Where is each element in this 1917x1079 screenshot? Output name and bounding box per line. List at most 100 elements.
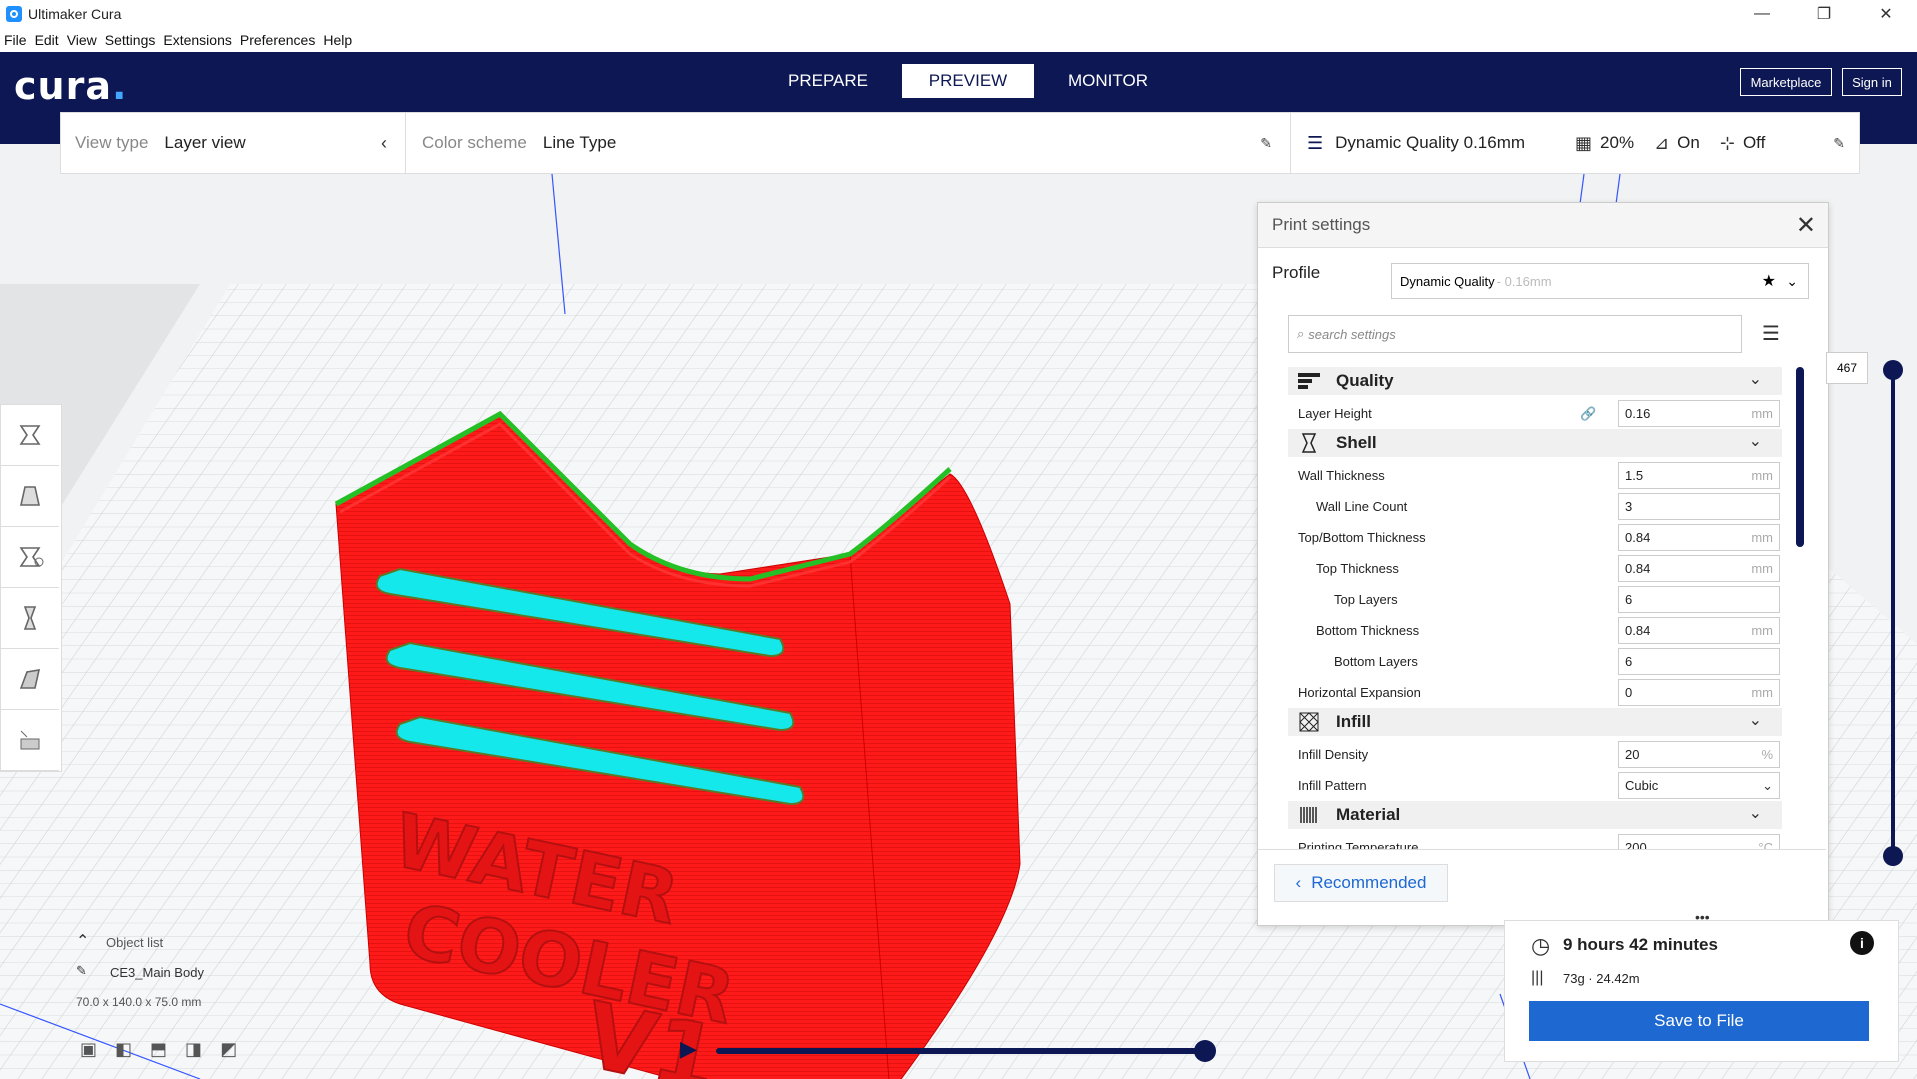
chevron-down-icon: ⌄	[1748, 712, 1762, 729]
scroll-thumb[interactable]	[1796, 367, 1804, 547]
3d-view-icon[interactable]: ▣	[80, 1039, 97, 1060]
category-shell[interactable]: Shell ⌄	[1288, 429, 1782, 457]
bottom-layers-input[interactable]: 6	[1618, 648, 1780, 675]
support-blocker-icon[interactable]	[1, 710, 59, 771]
print-setup-summary[interactable]: ☰ Dynamic Quality 0.16mm ▦ 20% ⊿ On ⊹ Of…	[1290, 112, 1860, 174]
field-unit: mm	[1751, 623, 1773, 638]
recommended-button[interactable]: ‹ Recommended	[1274, 864, 1448, 902]
horizontal-expansion-input[interactable]: 0 mm	[1618, 679, 1780, 706]
category-infill[interactable]: Infill ⌄	[1288, 708, 1782, 736]
category-material[interactable]: Material ⌄	[1288, 801, 1782, 829]
search-placeholder: search settings	[1308, 326, 1396, 342]
print-time: 9 hours 42 minutes	[1563, 935, 1718, 954]
setting-printing-temperature: Printing Temperature 200 °C	[1288, 832, 1782, 849]
setting-wall-line-count: Wall Line Count 3	[1288, 491, 1782, 522]
color-scheme-value[interactable]: Line Type	[543, 133, 616, 153]
link-icon[interactable]: 🔗	[1580, 406, 1596, 422]
layer-slider-track	[1891, 364, 1895, 858]
infill-pattern-select[interactable]: Cubic ⌄	[1618, 772, 1780, 799]
infill-density-input[interactable]: 20%	[1618, 741, 1780, 768]
search-settings-input[interactable]: ⌕ search settings	[1288, 315, 1742, 353]
top-thickness-input[interactable]: 0.84 mm	[1618, 555, 1780, 582]
printing-temperature-input[interactable]: 200 °C	[1618, 834, 1780, 849]
field-unit: °C	[1758, 840, 1773, 849]
quality-icon	[1298, 370, 1320, 392]
layer-slider-bottom-handle[interactable]	[1883, 846, 1903, 866]
settings-scrollbar[interactable]	[1794, 367, 1804, 849]
stage-tabs: PREPARE PREVIEW MONITOR	[762, 64, 1182, 98]
menu-settings[interactable]: Settings	[105, 32, 156, 48]
print-estimate-panel: ••• ◷ 9 hours 42 minutes i ||| 73g · 24.…	[1504, 909, 1899, 1062]
setting-wall-thickness: Wall Thickness 1.5 mm	[1288, 460, 1782, 491]
marketplace-button[interactable]: Marketplace	[1740, 68, 1832, 96]
wall-thickness-input[interactable]: 1.5 mm	[1618, 462, 1780, 489]
close-window-button[interactable]: ✕	[1855, 0, 1917, 28]
layer-slider-top-handle[interactable]	[1883, 360, 1903, 380]
field-value: 0	[1625, 685, 1633, 700]
window-title: Ultimaker Cura	[28, 6, 122, 22]
simulation-timeline[interactable]	[716, 1048, 1206, 1054]
spool-icon: |||	[1531, 969, 1544, 986]
settings-menu-icon[interactable]: ☰	[1762, 321, 1780, 346]
view-type-value[interactable]: Layer view	[164, 133, 245, 153]
quality-layers-icon: ☰	[1307, 132, 1324, 153]
field-value: 0.84	[1625, 623, 1651, 638]
left-view-icon[interactable]: ◨	[185, 1039, 202, 1060]
menu-file[interactable]: File	[4, 32, 27, 48]
top-layers-input[interactable]: 6	[1618, 586, 1780, 613]
category-quality[interactable]: Quality ⌄	[1288, 367, 1782, 395]
clock-icon: ◷	[1531, 933, 1551, 958]
menu-extensions[interactable]: Extensions	[163, 32, 231, 48]
mirror-tool-icon[interactable]	[1, 588, 59, 649]
close-icon[interactable]: ✕	[1796, 211, 1816, 240]
timeline-handle[interactable]	[1194, 1040, 1216, 1062]
menu-preferences[interactable]: Preferences	[240, 32, 315, 48]
field-unit: %	[1761, 747, 1773, 762]
per-model-settings-icon[interactable]	[1, 649, 59, 710]
infill-grid-icon	[1298, 711, 1320, 733]
setting-label: Wall Thickness	[1298, 468, 1385, 483]
model-preview[interactable]: WATER COOLER V1	[330, 264, 1050, 1079]
profile-dropdown[interactable]: Dynamic Quality - 0.16mm ★ ⌄	[1391, 263, 1809, 299]
tab-preview[interactable]: PREVIEW	[902, 64, 1034, 98]
color-scheme-panel[interactable]: Color scheme Line Type ✎	[405, 112, 1291, 174]
drag-handle-icon[interactable]: •••	[1695, 909, 1710, 925]
menu-help[interactable]: Help	[323, 32, 352, 48]
chevron-down-icon[interactable]: ⌄	[1786, 273, 1798, 290]
scale-tool-icon[interactable]	[1, 466, 59, 527]
layer-slider[interactable]	[1883, 360, 1903, 866]
top-view-icon[interactable]: ⬒	[150, 1039, 167, 1060]
view-type-panel[interactable]: View type Layer view ‹	[60, 112, 406, 174]
front-view-icon[interactable]: ◧	[115, 1039, 132, 1060]
layer-height-input[interactable]: 0.16 mm	[1618, 400, 1780, 427]
field-value: 6	[1625, 654, 1633, 669]
sign-in-button[interactable]: Sign in	[1842, 68, 1902, 96]
tab-monitor[interactable]: MONITOR	[1042, 64, 1174, 98]
tab-prepare[interactable]: PREPARE	[762, 64, 894, 98]
star-icon[interactable]: ★	[1762, 271, 1776, 291]
edit-pencil-icon[interactable]: ✎	[1833, 135, 1845, 152]
setting-infill-pattern: Infill Pattern Cubic ⌄	[1288, 770, 1782, 801]
right-view-icon[interactable]: ◩	[220, 1039, 237, 1060]
info-icon[interactable]: i	[1850, 931, 1874, 955]
category-shell-label: Shell	[1336, 433, 1377, 452]
setting-label: Infill Density	[1298, 747, 1369, 762]
minimize-button[interactable]: —	[1731, 0, 1793, 28]
save-to-file-button[interactable]: Save to File	[1529, 1001, 1869, 1041]
play-icon[interactable]: ▶	[680, 1036, 697, 1062]
menu-edit[interactable]: Edit	[35, 32, 59, 48]
chevron-left-icon[interactable]: ‹	[381, 133, 387, 154]
setting-top-layers: Top Layers 6	[1288, 584, 1782, 615]
move-tool-icon[interactable]	[1, 405, 59, 466]
setting-infill-density: Infill Density 20%	[1288, 739, 1782, 770]
wall-line-count-input[interactable]: 3	[1618, 493, 1780, 520]
setting-horizontal-expansion: Horizontal Expansion 0 mm	[1288, 677, 1782, 708]
menu-view[interactable]: View	[67, 32, 97, 48]
top-bottom-thickness-input[interactable]: 0.84 mm	[1618, 524, 1780, 551]
bottom-thickness-input[interactable]: 0.84 mm	[1618, 617, 1780, 644]
layer-number-label[interactable]: 467	[1826, 352, 1868, 384]
restore-button[interactable]: ❐	[1793, 0, 1855, 28]
profile-value: Dynamic Quality	[1400, 273, 1495, 289]
rotate-tool-icon[interactable]	[1, 527, 59, 588]
pencil-icon[interactable]: ✎	[1260, 135, 1272, 152]
